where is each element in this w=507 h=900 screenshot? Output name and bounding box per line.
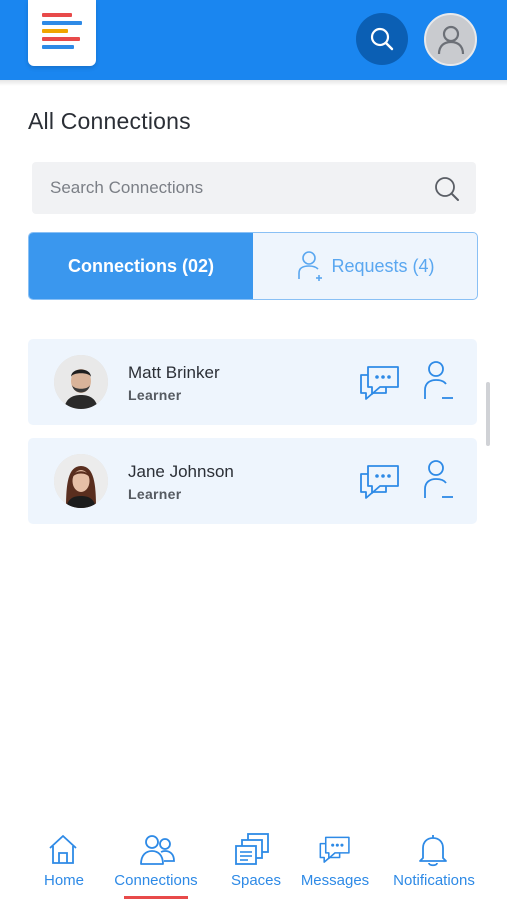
search-input[interactable]: [32, 162, 422, 214]
search-bar: [32, 162, 476, 214]
connection-card[interactable]: Jane Johnson Learner: [28, 438, 477, 524]
tab-connections-label: Connections (02): [67, 255, 214, 276]
connection-name: Jane Johnson: [128, 462, 234, 481]
nav-label-connections: Connections: [114, 872, 198, 889]
connection-name: Matt Brinker: [128, 363, 220, 382]
connection-role: Learner: [128, 387, 182, 403]
app-header: [0, 0, 507, 80]
nav-label-home: Home: [43, 872, 84, 889]
message-icon[interactable]: [358, 361, 402, 403]
remove-user-icon[interactable]: [422, 458, 456, 502]
connection-card[interactable]: Matt Brinker Learner: [28, 339, 477, 425]
bell-icon: [419, 835, 447, 867]
connection-role: Learner: [128, 486, 182, 502]
tab-requests-label: Requests (4): [331, 255, 435, 276]
search-icon[interactable]: [432, 174, 462, 204]
messages-icon: [319, 836, 350, 863]
avatar: [54, 355, 108, 409]
nav-item-messages[interactable]: Messages: [296, 824, 374, 900]
nav-item-connections[interactable]: Connections: [104, 824, 208, 900]
tab-requests[interactable]: Requests (4): [253, 233, 477, 299]
nav-item-spaces[interactable]: Spaces: [222, 824, 290, 900]
avatar: [54, 454, 108, 508]
bottom-nav: Home Connections Spaces Messages Notific…: [0, 824, 507, 900]
nav-label-messages: Messages: [300, 872, 370, 889]
header-search-button[interactable]: [356, 13, 408, 65]
nav-item-home[interactable]: Home: [34, 824, 94, 900]
connections-icon: [140, 835, 175, 865]
scrollbar[interactable]: [486, 382, 490, 446]
person-photo-icon: [54, 454, 108, 508]
add-user-icon: [298, 251, 323, 281]
stacked-bars-logo-icon: [42, 13, 82, 49]
header-shadow: [0, 80, 507, 86]
home-icon: [49, 835, 77, 864]
nav-label-notifications: Notifications: [393, 872, 475, 889]
remove-user-icon[interactable]: [422, 359, 456, 403]
search-icon: [370, 27, 394, 51]
active-tab-indicator: [124, 896, 188, 899]
user-avatar-icon: [437, 25, 464, 54]
page-title: All Connections: [28, 108, 191, 134]
profile-avatar-button[interactable]: [424, 13, 477, 66]
spaces-icon: [235, 833, 269, 865]
message-icon[interactable]: [358, 460, 402, 502]
nav-item-notifications[interactable]: Notifications: [384, 824, 484, 900]
tab-connections[interactable]: Connections (02): [29, 233, 253, 299]
connection-tabs: Connections (02) Requests (4): [28, 232, 478, 300]
nav-label-spaces: Spaces: [230, 872, 282, 889]
person-photo-icon: [54, 355, 108, 409]
app-logo[interactable]: [28, 0, 96, 66]
